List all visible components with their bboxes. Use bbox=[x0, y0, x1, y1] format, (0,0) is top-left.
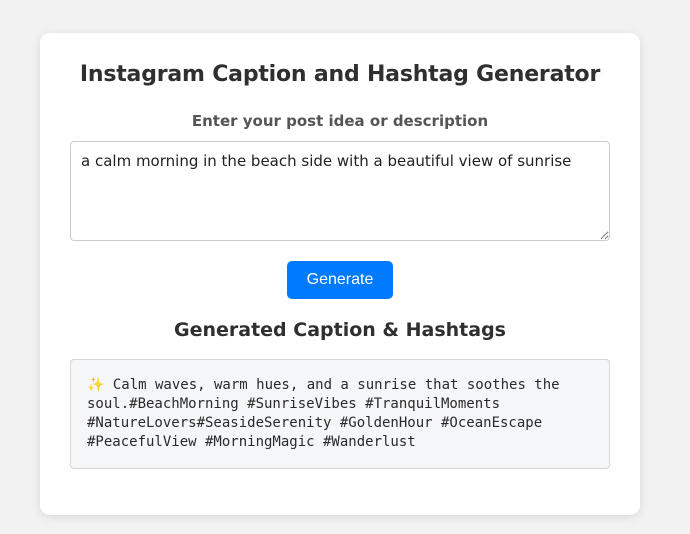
result-heading: Generated Caption & Hashtags bbox=[174, 319, 506, 341]
post-idea-label: Enter your post idea or description bbox=[191, 112, 489, 130]
post-idea-textarea[interactable]: a calm morning in the beach side with a … bbox=[70, 141, 610, 241]
page-title: Instagram Caption and Hashtag Generator bbox=[79, 62, 601, 87]
generated-output: ✨ Calm waves, warm hues, and a sunrise t… bbox=[70, 359, 610, 469]
generator-card: Instagram Caption and Hashtag Generator … bbox=[40, 33, 640, 515]
generate-button[interactable]: Generate bbox=[287, 261, 393, 299]
